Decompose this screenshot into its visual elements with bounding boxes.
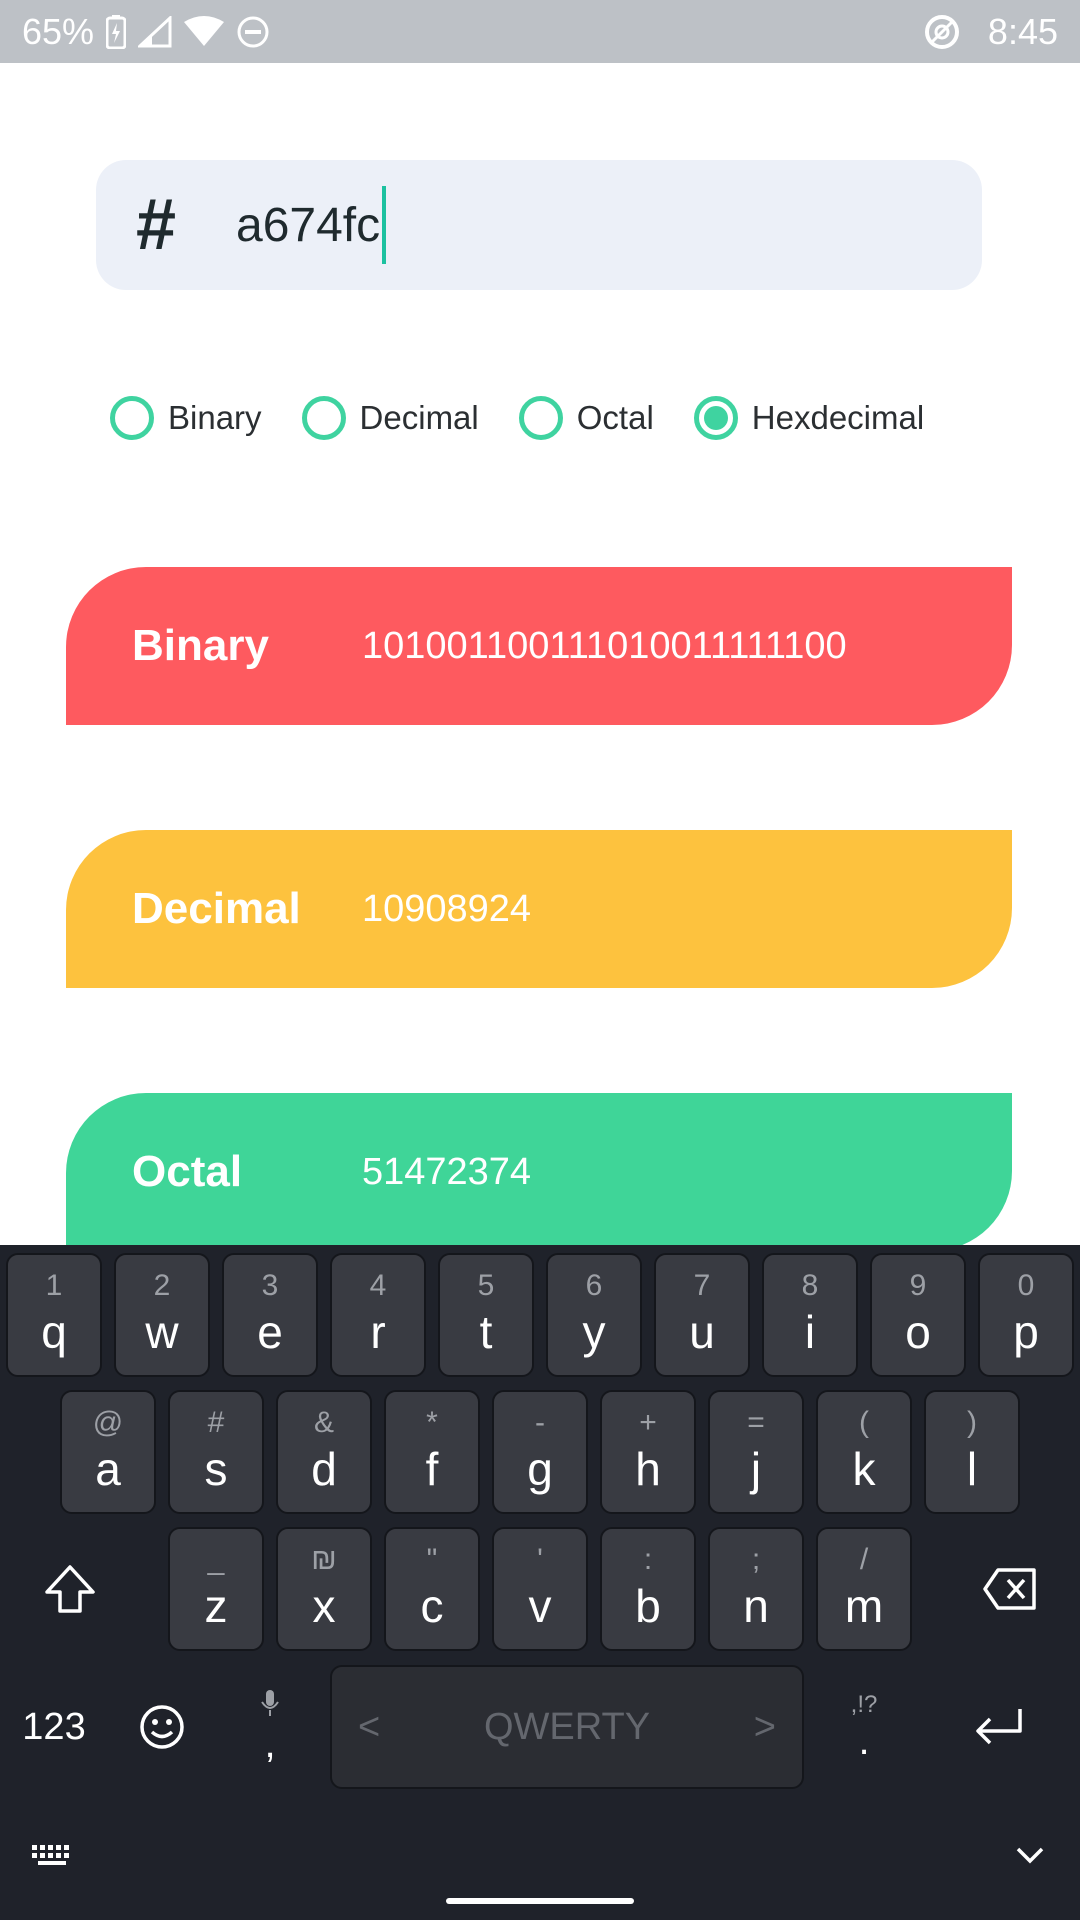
key-l[interactable]: ) l bbox=[924, 1390, 1020, 1514]
key-j[interactable]: = j bbox=[708, 1390, 804, 1514]
result-value: 51472374 bbox=[362, 1150, 532, 1193]
chevron-left-icon: < bbox=[358, 1705, 381, 1748]
battery-percent: 65% bbox=[22, 10, 95, 52]
key-b[interactable]: :b bbox=[600, 1527, 696, 1651]
sync-icon bbox=[922, 12, 962, 52]
period-alt-label: ,!? bbox=[850, 1690, 878, 1718]
key-d[interactable]: & d bbox=[276, 1390, 372, 1514]
emoji-key[interactable] bbox=[112, 1665, 212, 1789]
key-o[interactable]: 9o bbox=[870, 1253, 966, 1377]
result-value: 10908924 bbox=[362, 887, 532, 930]
key-w[interactable]: 2w bbox=[114, 1253, 210, 1377]
radio-binary[interactable]: Binary bbox=[110, 396, 262, 440]
key-t[interactable]: 5t bbox=[438, 1253, 534, 1377]
radio-label: Octal bbox=[576, 399, 654, 436]
enter-key[interactable] bbox=[948, 1665, 1048, 1789]
do-not-disturb-icon bbox=[236, 15, 270, 49]
key-s[interactable]: # s bbox=[168, 1390, 264, 1514]
emoji-icon bbox=[140, 1705, 184, 1749]
octal-result-card: Octal 51472374 bbox=[66, 1093, 1012, 1251]
key-q[interactable]: 1q bbox=[6, 1253, 102, 1377]
clock: 8:45 bbox=[987, 10, 1058, 52]
period-label: . bbox=[858, 1718, 870, 1763]
chevron-down-icon bbox=[1016, 1847, 1044, 1864]
battery-charging-icon bbox=[106, 14, 127, 49]
key-z[interactable]: _ z bbox=[168, 1527, 264, 1651]
result-label: Decimal bbox=[132, 884, 301, 933]
radio-decimal[interactable]: Decimal bbox=[301, 396, 479, 440]
radio-circle-icon bbox=[110, 396, 154, 440]
hash-prefix: # bbox=[136, 185, 177, 265]
binary-result-card: Binary 101001100111010011111100 bbox=[66, 567, 1012, 725]
key-c[interactable]: " c bbox=[384, 1527, 480, 1651]
key-k[interactable]: (k bbox=[816, 1390, 912, 1514]
radio-octal[interactable]: Octal bbox=[518, 396, 654, 440]
radio-circle-icon bbox=[518, 396, 563, 440]
key-f[interactable]: * f bbox=[384, 1390, 480, 1514]
cell-signal-icon bbox=[138, 15, 172, 48]
key-h[interactable]: + h bbox=[600, 1390, 696, 1514]
key-y[interactable]: 6y bbox=[546, 1253, 642, 1377]
hide-keyboard-key[interactable] bbox=[1000, 1825, 1060, 1885]
comma-key[interactable]: , bbox=[220, 1665, 320, 1789]
key-a[interactable]: @ a bbox=[60, 1390, 156, 1514]
keyboard-icon bbox=[32, 1845, 69, 1865]
comma-label: , bbox=[264, 1721, 276, 1766]
shift-icon bbox=[45, 1565, 95, 1613]
backspace-key[interactable] bbox=[960, 1527, 1060, 1651]
key-n[interactable]: ; n bbox=[708, 1527, 804, 1651]
text-caret bbox=[382, 186, 387, 264]
space-label: QWERTY bbox=[483, 1705, 651, 1748]
hex-input-field[interactable]: # a674fc bbox=[96, 160, 982, 290]
keyboard-switch-key[interactable] bbox=[20, 1825, 84, 1885]
radio-label: Decimal bbox=[359, 399, 479, 436]
status-bar: 65% 8:45 bbox=[0, 0, 1080, 63]
key-u[interactable]: 7u bbox=[654, 1253, 750, 1377]
key-r[interactable]: 4r bbox=[330, 1253, 426, 1377]
key-i[interactable]: 8i bbox=[762, 1253, 858, 1377]
result-label: Octal bbox=[132, 1147, 243, 1196]
enter-icon bbox=[976, 1709, 1022, 1745]
radio-label: Hexdecimal bbox=[751, 399, 925, 436]
shift-key[interactable] bbox=[20, 1527, 120, 1651]
key-e[interactable]: 3e bbox=[222, 1253, 318, 1377]
hex-input-value[interactable]: a674fc bbox=[236, 198, 380, 253]
key-p[interactable]: 0p bbox=[978, 1253, 1074, 1377]
result-value: 101001100111010011111100 bbox=[362, 624, 847, 667]
decimal-result-card: Decimal 10908924 bbox=[66, 830, 1012, 988]
soft-keyboard: 1q 2w 3e 4r 5t 6y 7u 8i 9o 0p @ a # s & d *… bbox=[0, 1245, 1080, 1920]
backspace-icon bbox=[983, 1568, 1036, 1610]
space-bar[interactable]: < QWERTY > bbox=[330, 1665, 804, 1789]
key-x[interactable]: ₪ x bbox=[276, 1527, 372, 1651]
radio-circle-icon bbox=[301, 396, 346, 440]
chevron-right-icon: > bbox=[753, 1705, 776, 1748]
radio-label: Binary bbox=[168, 399, 262, 436]
gesture-nav-handle[interactable] bbox=[446, 1898, 634, 1904]
period-key[interactable]: ,!? . bbox=[814, 1665, 914, 1789]
key-v[interactable]: ' v bbox=[492, 1527, 588, 1651]
numbers-key[interactable]: 123 bbox=[4, 1665, 104, 1789]
radio-selected-icon bbox=[693, 396, 738, 440]
wifi-icon bbox=[184, 15, 225, 48]
result-label: Binary bbox=[132, 621, 269, 670]
microphone-icon bbox=[261, 1689, 279, 1716]
radio-hexdecimal[interactable]: Hexdecimal bbox=[693, 396, 925, 440]
key-m[interactable]: / m bbox=[816, 1527, 912, 1651]
key-g[interactable]: -g bbox=[492, 1390, 588, 1514]
base-radio-group: Binary Decimal Octal Hexdecimal bbox=[110, 390, 924, 446]
